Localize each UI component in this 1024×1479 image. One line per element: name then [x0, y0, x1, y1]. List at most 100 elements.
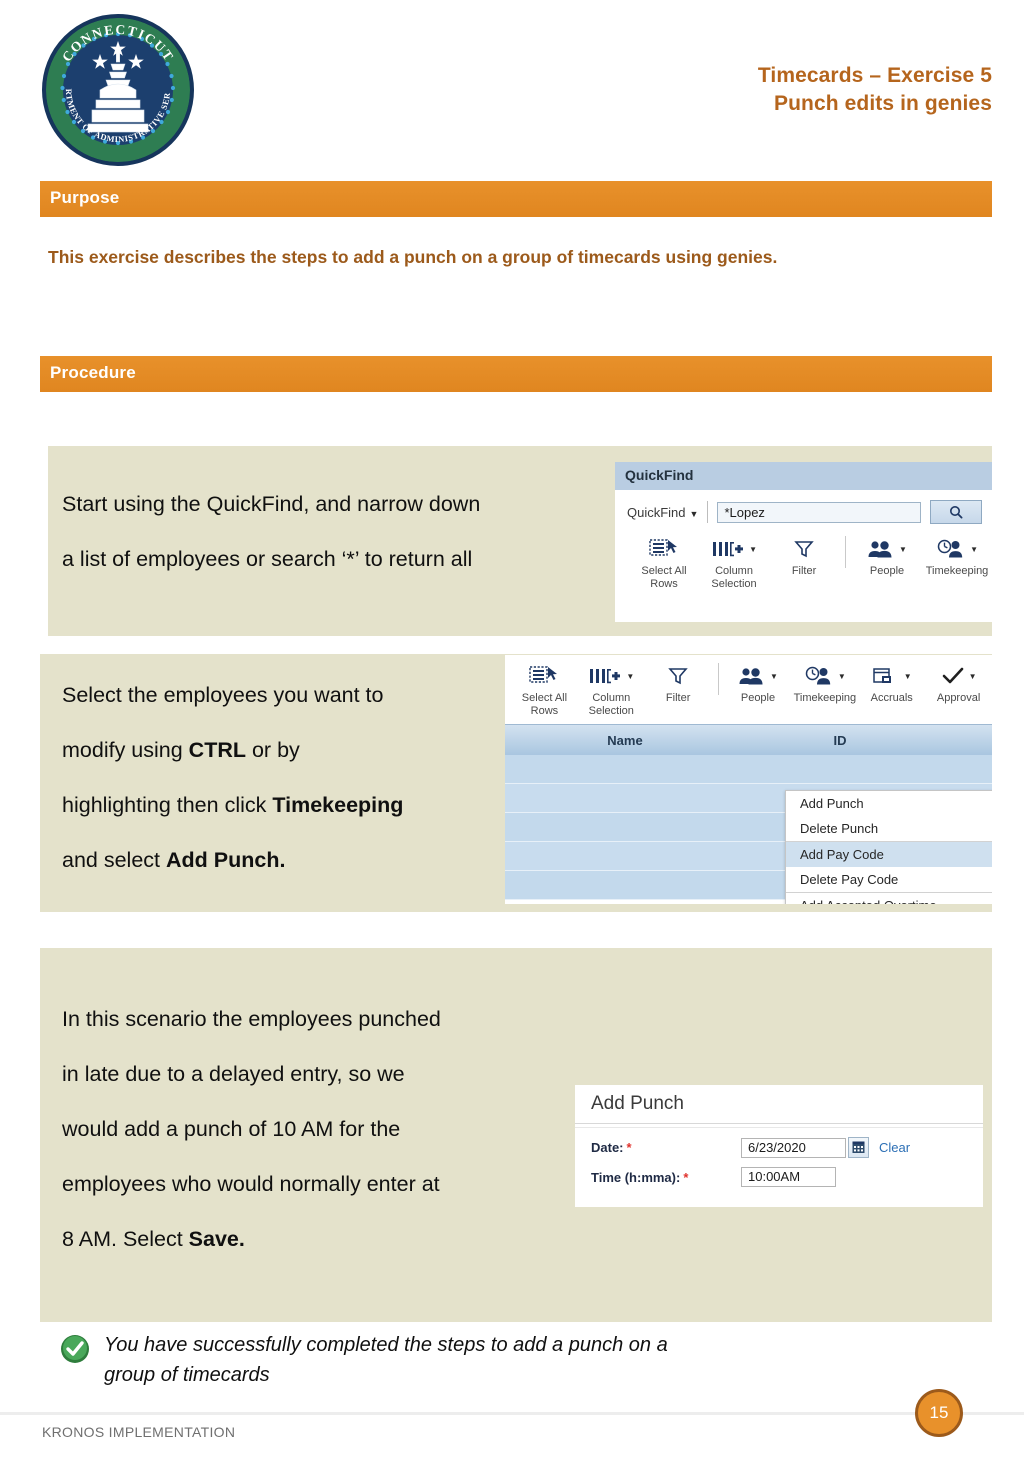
toolbar-label-line1: People [869, 565, 905, 577]
step-2-text-2c: or by [246, 738, 300, 762]
step-2-text-2a: modify using [62, 738, 189, 762]
chevron-down-icon: ▼ [689, 508, 699, 519]
date-input[interactable]: 6/23/2020 [741, 1137, 846, 1158]
add-punch-time-row: Time (h:mma): * 10:00AM [575, 1158, 983, 1187]
quickfind-search-input[interactable]: *Lopez [717, 501, 921, 523]
step-1-line-2: a list of employees or search ‘*’ to ret… [62, 547, 473, 571]
chevron-down-icon: ▼ [970, 544, 978, 554]
select-all-rows-icon [511, 663, 578, 689]
toolbar-button-accruals[interactable]: ▼ Accruals [858, 663, 925, 705]
approval-icon: ▼ [925, 663, 992, 689]
toolbar-button-select-all-rows[interactable]: Select All Rows [511, 663, 578, 718]
chevron-down-icon: ▼ [903, 671, 912, 681]
genie-screenshot: Select All Rows ▼ Column Selection Filte… [505, 655, 992, 904]
toolbar-label: Column Selection [699, 565, 769, 591]
toolbar-label: Select All Rows [629, 565, 699, 591]
step-2-line-3: highlighting then click Timekeeping [62, 778, 532, 833]
menu-item-delete-punch[interactable]: Delete Punch [786, 816, 992, 841]
toolbar-label-line1: People [740, 692, 776, 704]
toolbar-label-line1: Filter [791, 565, 817, 577]
quickfind-dropdown-label: QuickFind [627, 504, 686, 520]
clear-link[interactable]: Clear [879, 1140, 910, 1155]
toolbar-button-people[interactable]: ▼ People [852, 536, 922, 578]
toolbar-button-people[interactable]: ▼ People [725, 663, 792, 705]
toolbar-label: People [725, 692, 792, 705]
toolbar-button-select-all-rows[interactable]: Select All Rows [629, 536, 699, 591]
toolbar-label-line1: Approval [936, 692, 981, 704]
filter-icon [769, 536, 839, 562]
step-2-emphasis-ctrl: CTRL [188, 738, 246, 762]
table-row[interactable] [505, 755, 992, 784]
timekeeping-dropdown-menu: Add Punch Delete Punch Add Pay Code Dele… [785, 790, 992, 904]
timekeeping-icon: ▼ [791, 663, 858, 689]
step-2-emphasis-timekeeping: Timekeeping [272, 793, 404, 817]
quickfind-titlebar: QuickFind [615, 462, 992, 490]
toolbar-button-approval[interactable]: ▼ Approval [925, 663, 992, 705]
footer-divider [0, 1412, 1024, 1415]
green-check-icon [60, 1334, 90, 1364]
step-3-line-5: 8 AM. Select Save. [62, 1212, 562, 1267]
add-punch-title: Add Punch [591, 1093, 684, 1114]
step-3-line-1: In this scenario the employees punched [62, 1007, 441, 1031]
success-line-2: group of timecards [104, 1364, 270, 1386]
toolbar-label: People [852, 565, 922, 578]
step-2-emphasis-add-punch: Add Punch. [165, 848, 286, 872]
toolbar-label-line1: Filter [665, 692, 691, 704]
date-label: Date: * [591, 1140, 741, 1155]
toolbar-button-filter[interactable]: Filter [645, 663, 712, 705]
toolbar-label-line1: Accruals [870, 692, 913, 704]
table-header-row: Name ID [505, 724, 992, 755]
step-3-instructions: In this scenario the employees punched i… [62, 992, 562, 1267]
toolbar-label-line1: Select All [521, 692, 568, 704]
ct-das-seal-logo: CONNECTICUT DEPARTMENT OF ADMINISTRATIVE… [42, 14, 194, 166]
column-selection-icon: ▼ [699, 536, 769, 562]
section-header-procedure: Procedure [40, 356, 992, 392]
menu-item-delete-pay-code[interactable]: Delete Pay Code [786, 867, 992, 892]
step-1-line-1: Start using the QuickFind, and narrow do… [62, 492, 481, 516]
divider [575, 1123, 983, 1124]
toolbar-divider [845, 536, 846, 568]
menu-item-add-punch[interactable]: Add Punch [786, 791, 992, 816]
required-asterisk: * [626, 1140, 632, 1155]
column-header-name[interactable]: Name [505, 733, 745, 748]
section-header-purpose-label: Purpose [50, 188, 120, 207]
slide-page: CONNECTICUT DEPARTMENT OF ADMINISTRATIVE… [0, 0, 1024, 1479]
calendar-icon[interactable] [848, 1137, 869, 1158]
chevron-down-icon: ▼ [899, 544, 907, 554]
step-3-emphasis-save: Save. [188, 1227, 245, 1251]
menu-item-add-accepted-overtime[interactable]: Add Accepted Overtime [786, 892, 992, 904]
people-icon: ▼ [852, 536, 922, 562]
step-3-line-2: in late due to a delayed entry, so we [62, 1062, 405, 1086]
toolbar-button-filter[interactable]: Filter [769, 536, 839, 578]
toolbar-button-timekeeping[interactable]: ▼ Timekeeping [791, 663, 858, 705]
select-all-rows-icon [629, 536, 699, 562]
toolbar-label-line2: Selection [588, 705, 634, 717]
page-number-badge: 15 [915, 1389, 963, 1437]
toolbar-label: Timekeeping [922, 565, 992, 578]
time-input[interactable]: 10:00AM [741, 1167, 836, 1187]
quickfind-search-button[interactable] [930, 500, 982, 524]
column-header-id[interactable]: ID [745, 733, 935, 748]
toolbar-label: Approval [925, 692, 992, 705]
toolbar-label-line1: Select All [641, 565, 687, 577]
step-3-line-3: would add a punch of 10 AM for the [62, 1117, 401, 1141]
toolbar-button-column-selection[interactable]: ▼ Column Selection [578, 663, 645, 718]
success-message: You have successfully completed the step… [60, 1330, 904, 1390]
toolbar-label: Column Selection [578, 692, 645, 718]
chevron-down-icon: ▼ [770, 671, 778, 681]
toolbar-label-line1: Column [592, 692, 631, 704]
toolbar-label: Timekeeping [791, 692, 858, 705]
success-text: You have successfully completed the step… [104, 1330, 904, 1390]
toolbar-button-timekeeping[interactable]: ▼ Timekeeping [922, 536, 992, 578]
page-title-line2: Punch edits in genies [774, 92, 992, 115]
chevron-down-icon: ▼ [749, 544, 757, 554]
menu-item-add-pay-code[interactable]: Add Pay Code [786, 841, 992, 867]
toolbar-button-column-selection[interactable]: ▼ Column Selection [699, 536, 769, 591]
quickfind-dropdown[interactable]: QuickFind ▼ [627, 505, 698, 520]
toolbar-label: Accruals [858, 692, 925, 705]
toolbar-label: Filter [645, 692, 712, 705]
divider [707, 501, 709, 523]
chevron-down-icon: ▼ [626, 671, 635, 681]
toolbar-label-line1: Timekeeping [793, 692, 857, 704]
date-label-text: Date: [591, 1140, 624, 1155]
